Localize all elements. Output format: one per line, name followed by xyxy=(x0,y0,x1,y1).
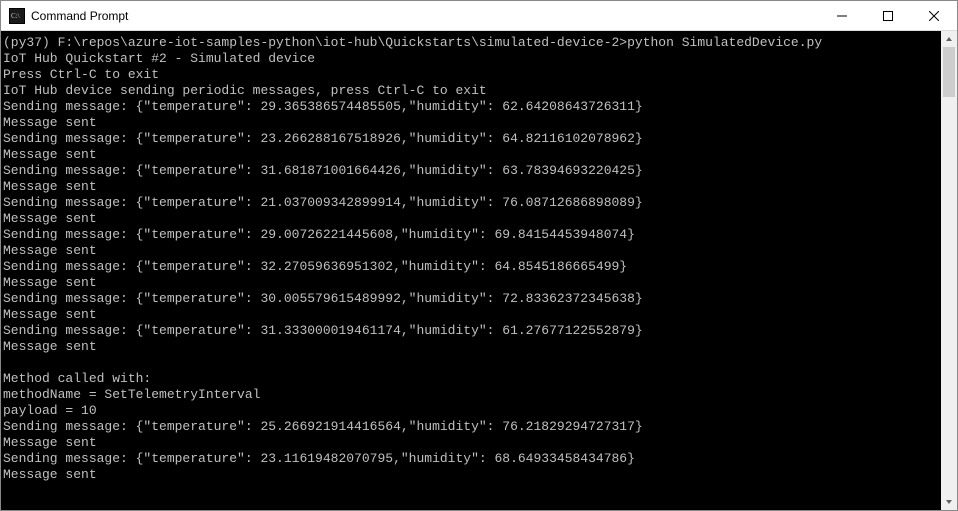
svg-text:C:\: C:\ xyxy=(11,12,20,20)
titlebar[interactable]: C:\ Command Prompt xyxy=(1,1,957,31)
message-sent-line: Message sent xyxy=(3,275,935,291)
cmd-icon: C:\ xyxy=(9,8,25,24)
exit-hint-line: Press Ctrl-C to exit xyxy=(3,67,935,83)
message-sent-line: Message sent xyxy=(3,339,935,355)
message-sent-line: Message sent xyxy=(3,243,935,259)
close-button[interactable] xyxy=(911,1,957,31)
terminal-output[interactable]: (py37) F:\repos\azure-iot-samples-python… xyxy=(1,31,941,510)
minimize-button[interactable] xyxy=(819,1,865,31)
console-area: (py37) F:\repos\azure-iot-samples-python… xyxy=(1,31,957,510)
message-sent-line: Message sent xyxy=(3,115,935,131)
sending-message-line: Sending message: {"temperature": 21.0370… xyxy=(3,195,935,211)
sending-message-line: Sending message: {"temperature": 29.0072… xyxy=(3,227,935,243)
blank-line xyxy=(3,355,935,371)
message-sent-line: Message sent xyxy=(3,435,935,451)
prompt-line: (py37) F:\repos\azure-iot-samples-python… xyxy=(3,35,935,51)
maximize-button[interactable] xyxy=(865,1,911,31)
message-sent-line: Message sent xyxy=(3,147,935,163)
sending-message-line: Sending message: {"temperature": 23.1161… xyxy=(3,451,935,467)
message-sent-line: Message sent xyxy=(3,467,935,483)
sending-message-line: Sending message: {"temperature": 30.0055… xyxy=(3,291,935,307)
window-title: Command Prompt xyxy=(31,9,819,23)
message-sent-line: Message sent xyxy=(3,307,935,323)
method-called-line: Method called with: xyxy=(3,371,935,387)
scrollbar-thumb[interactable] xyxy=(943,47,955,97)
message-sent-line: Message sent xyxy=(3,211,935,227)
scroll-up-button[interactable] xyxy=(941,31,957,47)
command-prompt-window: C:\ Command Prompt (py37) F:\repos\azure… xyxy=(0,0,958,511)
sending-message-line: Sending message: {"temperature": 31.3330… xyxy=(3,323,935,339)
vertical-scrollbar[interactable] xyxy=(941,31,957,510)
sending-message-line: Sending message: {"temperature": 25.2669… xyxy=(3,419,935,435)
sending-message-line: Sending message: {"temperature": 29.3653… xyxy=(3,99,935,115)
method-name-line: methodName = SetTelemetryInterval xyxy=(3,387,935,403)
payload-line: payload = 10 xyxy=(3,403,935,419)
scrollbar-track[interactable] xyxy=(941,47,957,494)
window-controls xyxy=(819,1,957,30)
sending-message-line: Sending message: {"temperature": 32.2705… xyxy=(3,259,935,275)
sending-message-line: Sending message: {"temperature": 23.2662… xyxy=(3,131,935,147)
message-sent-line: Message sent xyxy=(3,179,935,195)
device-sending-line: IoT Hub device sending periodic messages… xyxy=(3,83,935,99)
app-title-line: IoT Hub Quickstart #2 - Simulated device xyxy=(3,51,935,67)
sending-message-line: Sending message: {"temperature": 31.6818… xyxy=(3,163,935,179)
scroll-down-button[interactable] xyxy=(941,494,957,510)
